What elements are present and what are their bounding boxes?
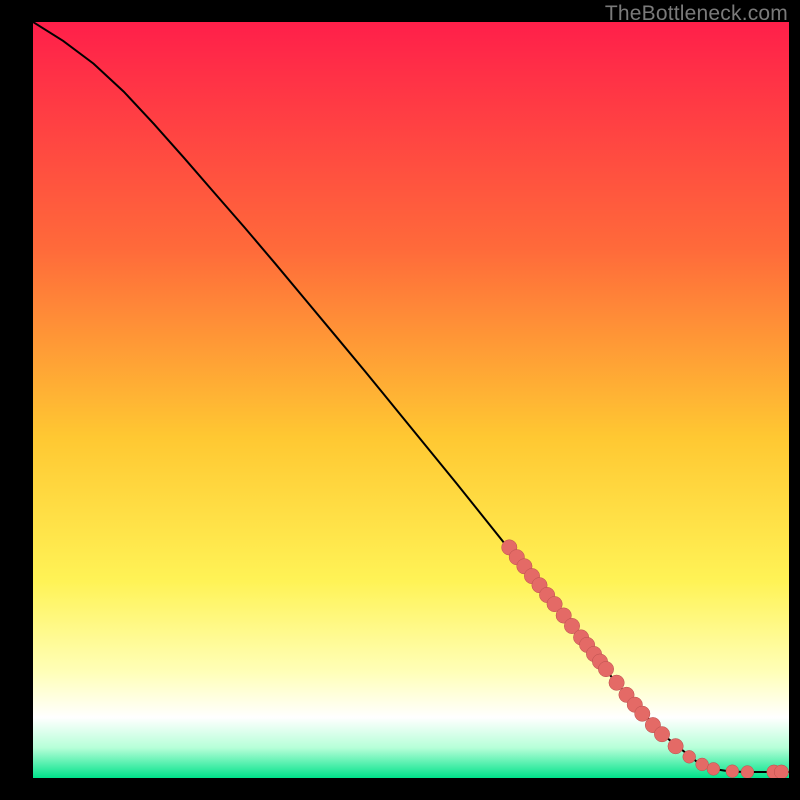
chart-frame: TheBottleneck.com bbox=[0, 0, 800, 800]
data-marker bbox=[741, 766, 754, 778]
data-marker bbox=[654, 727, 669, 742]
data-marker bbox=[707, 763, 720, 776]
data-marker bbox=[598, 661, 613, 676]
data-marker bbox=[696, 758, 709, 771]
data-marker bbox=[609, 675, 624, 690]
data-marker bbox=[683, 750, 696, 763]
curve-line bbox=[33, 22, 789, 772]
data-marker bbox=[635, 706, 650, 721]
attribution-text: TheBottleneck.com bbox=[605, 2, 788, 26]
data-marker bbox=[774, 765, 788, 778]
chart-overlay bbox=[33, 22, 789, 778]
plot-area bbox=[33, 22, 789, 778]
data-marker bbox=[726, 765, 739, 778]
data-markers bbox=[502, 540, 789, 778]
data-marker bbox=[668, 739, 683, 754]
